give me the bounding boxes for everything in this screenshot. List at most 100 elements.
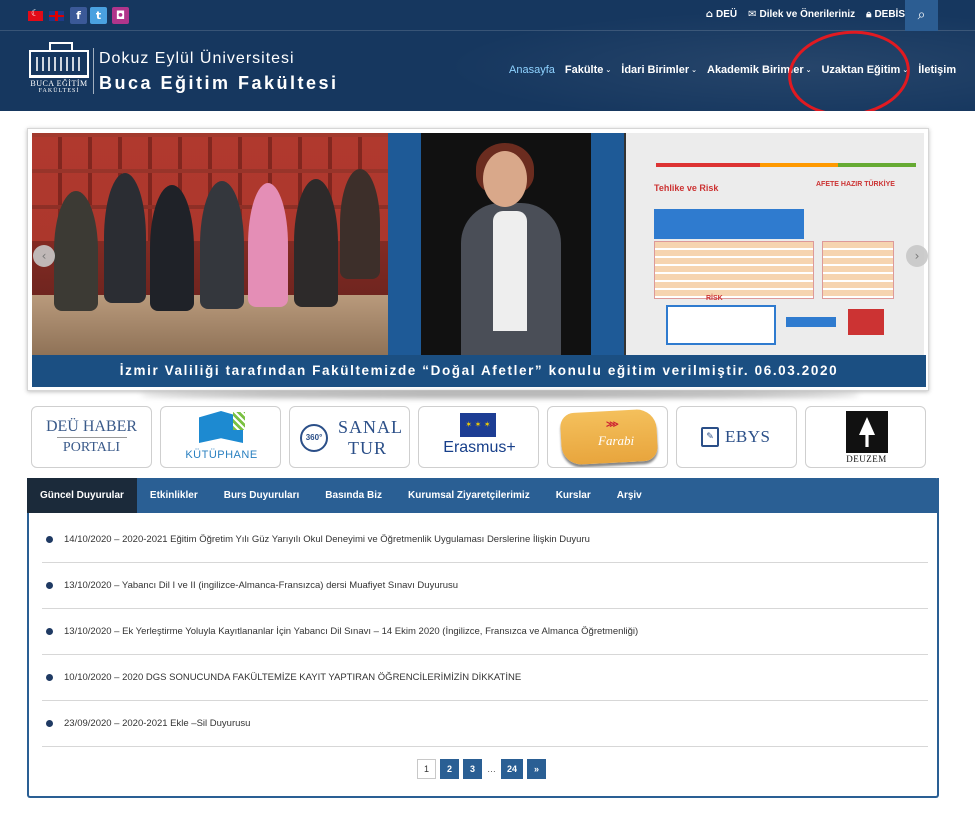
- erasmus-label: Erasmus+: [443, 439, 516, 456]
- bullet-icon: [46, 582, 53, 589]
- tab-scholarships[interactable]: Burs Duyuruları: [211, 478, 313, 513]
- tab-current-announcements[interactable]: Güncel Duyurular: [27, 478, 137, 513]
- announcements-panel: Güncel Duyurular Etkinlikler Burs Duyuru…: [27, 478, 939, 798]
- university-name[interactable]: Dokuz Eylül Üniversitesi: [99, 50, 295, 68]
- chevron-down-icon: ⌄: [605, 66, 612, 74]
- twitter-icon[interactable]: t: [90, 7, 107, 24]
- announcement-link[interactable]: 13/10/2020 – Ek Yerleştirme Yoluyla Kayı…: [64, 626, 638, 637]
- ebys-label: EBYS: [725, 427, 771, 446]
- faculty-name[interactable]: Buca Eğitim Fakültesi: [99, 73, 339, 94]
- nav-label: İletişim: [918, 64, 957, 76]
- search-button[interactable]: ⌕: [905, 0, 938, 31]
- slide-divider-left: [388, 133, 421, 355]
- envelope-icon: ✉: [748, 9, 757, 20]
- announcement-list: 14/10/2020 – 2020-2021 Eğitim Öğretim Yı…: [42, 517, 928, 747]
- tab-corporate-visitors[interactable]: Kurumsal Ziyaretçilerimiz: [395, 478, 543, 513]
- top-link-label: Dilek ve Önerileriniz: [759, 9, 856, 20]
- list-item[interactable]: 10/10/2020 – 2020 DGS SONUCUNDA FAKÜLTEM…: [42, 655, 928, 701]
- 360-icon: 360°: [300, 424, 328, 452]
- slide-presentation-badge: AFETE HAZIR TÜRKİYE: [816, 181, 895, 188]
- red-circle-annotation: [783, 24, 915, 111]
- bullet-icon: [46, 720, 53, 727]
- logo-line-1: BUCA EĞİTİM: [30, 79, 88, 88]
- quick-link-library[interactable]: KÜTÜPHANE: [160, 406, 281, 468]
- nav-contact[interactable]: İletişim: [918, 64, 956, 76]
- slider-next-button[interactable]: ›: [906, 245, 928, 267]
- tab-archive[interactable]: Arşiv: [604, 478, 655, 513]
- logo-line-2: FAKÜLTESİ: [38, 88, 80, 94]
- instagram-icon[interactable]: ◘: [112, 7, 129, 24]
- announcement-tabs: Güncel Duyurular Etkinlikler Burs Duyuru…: [27, 478, 939, 513]
- slide-divider-right: [591, 133, 624, 355]
- quick-link-erasmus[interactable]: ✶ ✶ ✶ Erasmus+: [418, 406, 539, 468]
- english-flag-icon[interactable]: [49, 11, 64, 21]
- list-item[interactable]: 13/10/2020 – Ek Yerleştirme Yoluyla Kayı…: [42, 609, 928, 655]
- quick-link-news-portal[interactable]: DEÜ HABER PORTALI: [31, 406, 152, 468]
- farabi-label: Farabi: [598, 433, 635, 448]
- lock-icon: 🔒︎: [866, 9, 872, 20]
- eu-flag-icon: ✶ ✶ ✶: [460, 413, 496, 437]
- nav-home[interactable]: Anasayfa: [509, 64, 555, 76]
- nav-faculty[interactable]: Fakülte ⌄: [565, 64, 611, 76]
- tab-courses[interactable]: Kurslar: [543, 478, 604, 513]
- next-page-button[interactable]: »: [527, 759, 547, 779]
- pagination-ellipsis: …: [487, 764, 496, 774]
- slide-speaker-photo: [421, 133, 591, 355]
- library-label: KÜTÜPHANE: [185, 449, 258, 461]
- quick-link-ebys[interactable]: ✎ EBYS: [676, 406, 797, 468]
- quick-link-farabi[interactable]: ⋙ Farabi: [547, 406, 668, 468]
- image-slider[interactable]: Tehlike ve Risk AFETE HAZIR TÜRKİYE RİSK…: [27, 128, 929, 391]
- bullet-icon: [46, 628, 53, 635]
- list-item[interactable]: 14/10/2020 – 2020-2021 Eğitim Öğretim Yı…: [42, 517, 928, 563]
- quick-link-virtual-tour[interactable]: 360° SANAL TUR: [289, 406, 410, 468]
- tab-events[interactable]: Etkinlikler: [137, 478, 211, 513]
- top-link-label: DEÜ: [715, 9, 738, 20]
- nav-label: İdari Birimler: [621, 64, 690, 76]
- slide-presentation-screen: Tehlike ve Risk AFETE HAZIR TÜRKİYE RİSK: [624, 133, 924, 355]
- page-1-button[interactable]: 1: [417, 759, 436, 779]
- announcement-link[interactable]: 14/10/2020 – 2020-2021 Eğitim Öğretim Yı…: [64, 534, 590, 545]
- slide-presentation-risk: RİSK: [706, 295, 723, 302]
- page-2-button[interactable]: 2: [440, 759, 459, 779]
- turkish-flag-icon[interactable]: [28, 8, 43, 21]
- slide-audience-photo: [32, 133, 388, 355]
- top-link-deu[interactable]: ⌂ DEÜ: [706, 9, 737, 20]
- facebook-icon[interactable]: f: [70, 7, 87, 24]
- top-links: ⌂ DEÜ ✉ Dilek ve Önerileriniz 🔒︎ DEBİS: [706, 9, 905, 20]
- quick-link-deuzem[interactable]: DEUZEM: [805, 406, 926, 468]
- top-link-label: DEBİS: [874, 9, 905, 20]
- list-item[interactable]: 23/09/2020 – 2020-2021 Ekle –Sil Duyurus…: [42, 701, 928, 747]
- pagination: 1 2 3 … 24 »: [417, 759, 547, 779]
- top-link-debis[interactable]: 🔒︎ DEBİS: [866, 9, 905, 20]
- document-edit-icon: ✎: [701, 427, 719, 447]
- chevron-down-icon: ⌄: [691, 66, 697, 74]
- nav-label: Anasayfa: [509, 64, 555, 76]
- tree-logo-icon: [846, 411, 888, 453]
- building-logo-icon: [29, 42, 89, 78]
- site-header: f t ◘ ⌂ DEÜ ✉ Dilek ve Önerileriniz 🔒︎ D…: [0, 0, 975, 111]
- brand-divider: [93, 48, 94, 94]
- slide-caption[interactable]: İzmir Valiliği tarafından Fakültemizde “…: [32, 355, 926, 387]
- top-bar: f t ◘ ⌂ DEÜ ✉ Dilek ve Önerileriniz 🔒︎ D…: [0, 0, 975, 31]
- news-portal-line1: DEÜ HABER: [45, 417, 138, 435]
- virtual-tour-line2: TUR: [348, 438, 387, 458]
- page-3-button[interactable]: 3: [463, 759, 482, 779]
- announcement-link[interactable]: 13/10/2020 – Yabancı Dil I ve II (ingili…: [64, 580, 458, 591]
- tab-in-press[interactable]: Basında Biz: [312, 478, 395, 513]
- bullet-icon: [46, 674, 53, 681]
- deuzem-label: DEUZEM: [846, 454, 887, 464]
- slide-presentation-title: Tehlike ve Risk: [654, 183, 719, 193]
- news-portal-line2: PORTALI: [62, 439, 121, 455]
- announcement-link[interactable]: 23/09/2020 – 2020-2021 Ekle –Sil Duyurus…: [64, 718, 250, 729]
- home-icon: ⌂: [705, 9, 713, 20]
- nav-label: Fakülte: [564, 64, 604, 76]
- list-item[interactable]: 13/10/2020 – Yabancı Dil I ve II (ingili…: [42, 563, 928, 609]
- announcement-link[interactable]: 10/10/2020 – 2020 DGS SONUCUNDA FAKÜLTEM…: [64, 672, 521, 683]
- bullet-icon: [46, 536, 53, 543]
- top-link-feedback[interactable]: ✉ Dilek ve Önerileriniz: [748, 9, 855, 20]
- nav-administrative-units[interactable]: İdari Birimler ⌄: [621, 64, 697, 76]
- virtual-tour-line1: SANAL: [338, 417, 404, 437]
- faculty-logo[interactable]: BUCA EĞİTİM FAKÜLTESİ: [27, 42, 92, 95]
- slider-prev-button[interactable]: ‹: [33, 245, 55, 267]
- page-last-button[interactable]: 24: [501, 759, 524, 779]
